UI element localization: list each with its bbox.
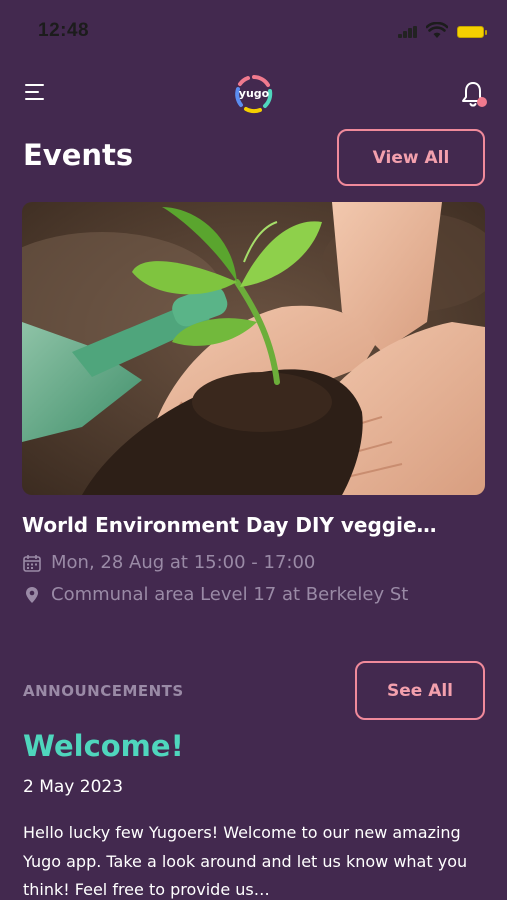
status-bar: 12:48 — [0, 0, 507, 60]
event-date: Mon, 28 Aug at 15:00 - 17:00 — [51, 552, 316, 573]
location-pin-icon — [26, 586, 38, 603]
event-location-row: Communal area Level 17 at Berkeley St — [22, 584, 408, 605]
hamburger-menu-icon[interactable] — [25, 84, 45, 102]
notification-dot — [477, 97, 487, 107]
announcements-label: ANNOUNCEMENTS — [23, 682, 184, 700]
announcement-date: 2 May 2023 — [23, 777, 124, 797]
battery-icon — [457, 26, 487, 38]
signal-icon — [398, 26, 418, 38]
status-time: 12:48 — [38, 20, 90, 41]
yugo-logo: yugo — [234, 74, 274, 114]
event-title: World Environment Day DIY veggie… — [22, 513, 437, 537]
view-all-events-button[interactable]: View All — [337, 129, 485, 186]
calendar-icon — [23, 554, 41, 572]
announcement-title[interactable]: Welcome! — [23, 729, 184, 763]
bell-icon[interactable] — [460, 80, 488, 110]
events-title: Events — [23, 138, 134, 172]
event-image[interactable] — [22, 202, 485, 495]
logo-text: yugo — [238, 87, 270, 100]
event-location: Communal area Level 17 at Berkeley St — [51, 584, 409, 605]
event-date-row: Mon, 28 Aug at 15:00 - 17:00 — [22, 552, 315, 573]
event-card[interactable]: World Environment Day DIY veggie… Mon, 2… — [22, 202, 485, 622]
wifi-icon — [426, 22, 448, 38]
announcement-body[interactable]: Hello lucky few Yugoers! Welcome to our … — [23, 819, 488, 900]
see-all-announcements-button[interactable]: See All — [355, 661, 485, 720]
